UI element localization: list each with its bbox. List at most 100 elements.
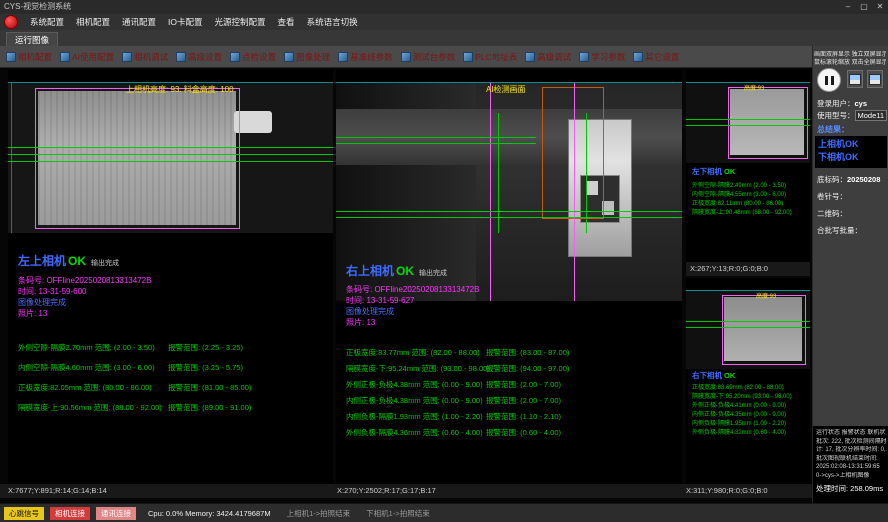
menu-comm-config[interactable]: 通讯配置 [122,16,156,28]
toolbar-button-learning-params[interactable]: 学习参数 [579,51,625,63]
toolbar-button-ai-config[interactable]: AI使用配置 [60,51,114,63]
menu-light-config[interactable]: 光源控制配置 [215,16,266,28]
measure-line-green [686,321,810,322]
comm-connection-badge: 通讯连接 [96,507,136,520]
barcode-label: 条码号: [18,276,46,285]
roi-rectangle-pink [728,87,808,159]
tool-icon [463,52,473,62]
measurement-line: 外侧空隙-隔膜2.49mm (2.00 - 3.50) [692,180,786,189]
measurement-line: 内侧正极-负极4.35mm (0.00 - 9.00) [692,409,786,418]
result-ok-label: OK [68,254,86,268]
close-button[interactable]: ✕ [872,0,888,14]
stats-line: 批次: 222, 批次检测间隔时 [816,438,886,447]
model-label: 使用型号： [817,111,855,120]
output-status-label: 输出完成 [419,270,447,277]
camera-result-header: 右上相机OK输出完成 [346,262,447,279]
roi-rectangle-pink [722,295,806,365]
camera-image-left-top[interactable]: 上相机高度: 93. 料盒高度: 100 [8,82,333,233]
camera-image-left-bottom[interactable]: 高度:93 [686,82,810,163]
measurement-value: 隔膜宽度-下:95.24mm 范围: (93.00 - 98.00) [346,363,490,374]
toolbar-button-label: 其它设置 [645,51,679,63]
tool-icon [401,52,411,62]
image-icon [849,74,861,85]
measure-line-green [686,125,810,126]
app-logo-icon [4,15,18,29]
measurement-row: 正极宽度:83.77mm 范围: (82.00 - 88.00)报警范围: (8… [336,347,682,359]
toolbar-button-baseline-params[interactable]: 基准线参数 [338,51,393,63]
toolbar-button-test-station-params[interactable]: 测试台参数 [401,51,456,63]
toolbar-button-label: 学习参数 [591,51,625,63]
camera-view-right-top[interactable]: AI检测画面 右上相机OK输出完成 条码号: OFFline2025020813… [336,70,682,484]
toolbar-button-label: 测试台参数 [413,51,456,63]
toolbar-button-camera-debug[interactable]: 相机调试 [122,51,168,63]
toolbar-button-plc-address[interactable]: PLC地址表 [463,51,517,63]
menu-camera-config[interactable]: 相机配置 [76,16,110,28]
camera-view-right-bottom[interactable]: 高度:93 右下相机OK 正极宽度:83.69mm (82.00 - 88.00… [686,278,810,484]
menu-system-config[interactable]: 系统配置 [30,16,64,28]
app-root: CYS-视觉检测系统 – ▢ ✕ 系统配置 相机配置 通讯配置 IO卡配置 光源… [0,0,888,522]
camera-result-header: 右下相机OK [692,370,735,381]
image-save-button[interactable] [847,70,863,88]
measurement-line: 隔膜宽度-上:90.48mm (88.00 - 92.00) [692,207,792,216]
roi-rectangle-orange [542,87,604,219]
total-result-label: 总结果： [817,124,849,135]
field-needle-number: 卷针号： [817,191,847,202]
tab-row: 运行图像 [0,30,888,47]
toolbar-button-advanced-debug[interactable]: 高级调试 [525,51,571,63]
image-icon [869,74,881,85]
field-qr-code: 二维码： [817,208,847,219]
camera-image-right-bottom[interactable]: 高度:93 [686,290,810,369]
tool-icon [122,52,132,62]
menu-view[interactable]: 查看 [278,16,295,28]
toolbar-button-label: 图像处理 [296,51,330,63]
camera-result-header: 左上相机OK输出完成 [18,252,119,269]
tool-icon [60,52,70,62]
field-label: 底标码： [817,175,847,184]
measurement-row: 外侧正极-负极4.38mm 范围: (0.00 - 9.00)报警范围: (2.… [336,379,682,391]
status-bar: 心跳信号 相机连接 通讯连接 Cpu: 0.0% Memory: 3424.41… [0,503,888,522]
toolbar-button-advanced-settings[interactable]: 高级设置 [176,51,222,63]
image-view-button[interactable] [867,70,883,88]
menu-io-config[interactable]: IO卡配置 [168,16,202,28]
measure-line-green [336,137,536,138]
minimize-button[interactable]: – [840,0,856,14]
toolbar-button-label: PLC地址表 [475,51,517,63]
maximize-button[interactable]: ▢ [856,0,872,14]
measurement-row: 正极宽度:82.05mm 范围: (80.00 - 86.00)报警范围: (8… [8,382,333,394]
model-select[interactable]: Mode11 [855,110,888,121]
stats-line: 0->cys->上相机图像 [816,472,886,481]
measurement-alarm: 报警范围: (94.00 - 97.00) [486,363,569,374]
toolbar-button-spot-check[interactable]: 点检设置 [230,51,276,63]
measurement-alarm: 报警范围: (3.25 - 5.75) [168,362,243,373]
roi-line-violet [11,83,12,233]
height-overlay-label: 高度:93 [744,83,764,92]
measurement-value: 外侧正极-负极4.38mm 范围: (0.00 - 9.00) [346,379,483,390]
measurement-value: 隔膜宽度-上:90.56mm 范围: (88.00 - 92.00) [18,402,162,413]
pause-button[interactable] [817,68,841,92]
field-batch-write: 合批写批量： [817,225,862,236]
measurement-alarm: 报警范围: (81.00 - 85.00) [168,382,251,393]
login-user-value: cys [855,99,868,108]
cpu-memory-readout: Cpu: 0.0% Memory: 3424.4179687M [148,509,271,518]
toolbar-button-label: 相机配置 [18,51,52,63]
time-label: 时间: [18,287,38,296]
measurement-value: 外侧空隙-隔膜2.70mm 范围: (2.00 - 3.50) [18,342,155,353]
measurement-row: 内侧负极-隔膜1.93mm 范围: (1.00 - 2.20)报警范围: (1.… [336,411,682,423]
toolbar-button-camera-config[interactable]: 相机配置 [6,51,52,63]
toolbar-button-other-settings[interactable]: 其它设置 [633,51,679,63]
menu-language-switch[interactable]: 系统语言切换 [307,16,358,28]
roi-line-pink [490,83,491,301]
tool-icon [284,52,294,62]
camera-message-bottom: 下相机1->拍照结束 [366,508,430,519]
photo-value: 13 [38,309,47,318]
measurement-line: 正极宽度:83.69mm (82.00 - 88.00) [692,382,784,391]
toolbar-button-image-process[interactable]: 图像处理 [284,51,330,63]
camera-view-left-bottom[interactable]: 高度:93 左下相机OK 外侧空隙-隔膜2.49mm (2.00 - 3.50)… [686,70,810,276]
field-label: 合批写批量： [817,226,862,235]
camera-view-left-top[interactable]: 上相机高度: 93. 料盒高度: 100 左上相机OK输出完成 条码号: OFF… [8,70,333,484]
toolbar-button-label: 点检设置 [242,51,276,63]
camera-message-top: 上相机1->拍照结束 [287,508,351,519]
camera-name-label: 右下相机 [692,371,722,380]
camera-name-label: 左上相机 [18,254,66,268]
height-overlay-label: 高度:93 [756,291,776,300]
